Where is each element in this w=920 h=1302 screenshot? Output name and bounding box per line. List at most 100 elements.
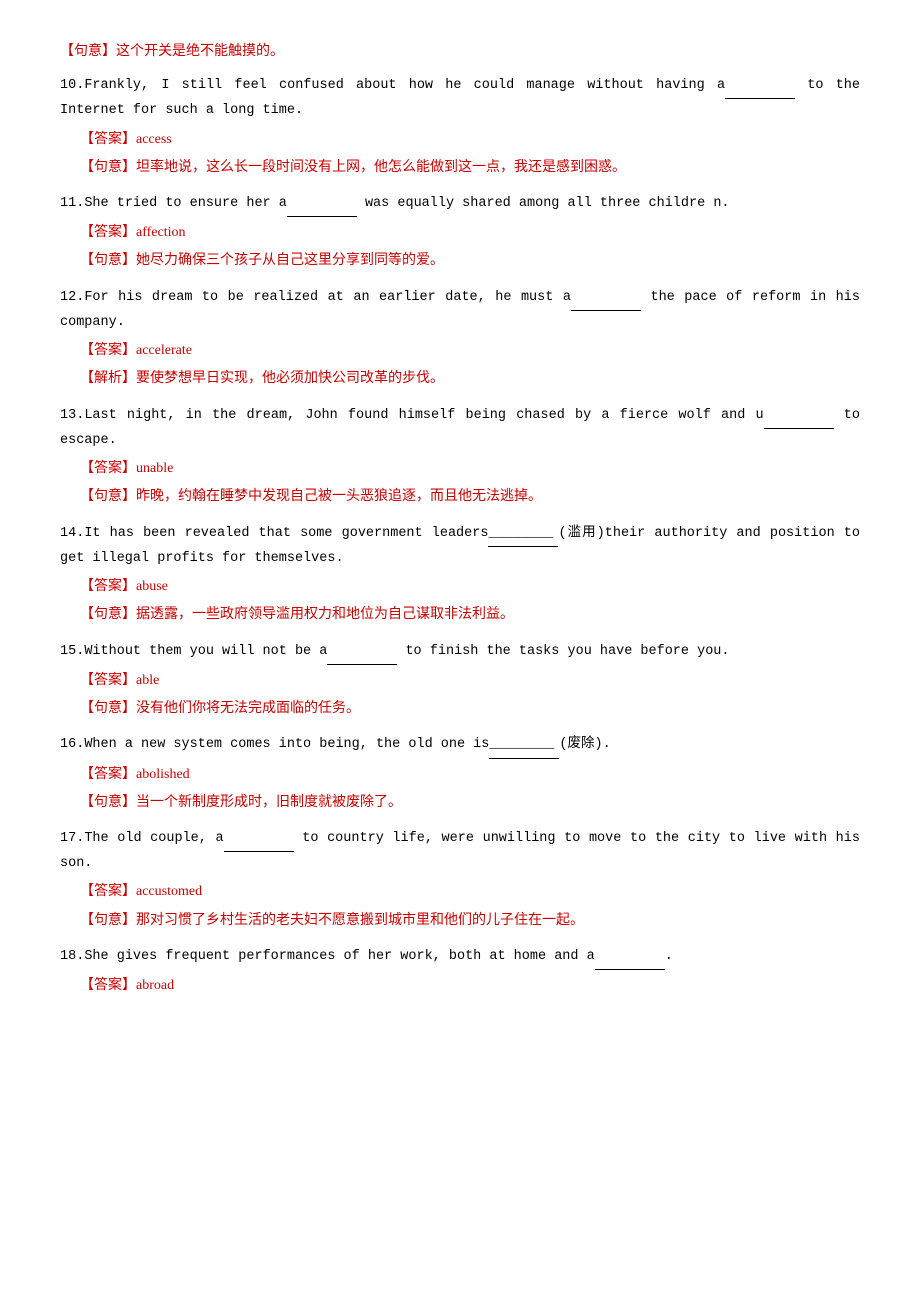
top-sentence-tag: 【句意】 [60, 44, 116, 59]
question-before-5: It has been revealed that some governmen… [84, 526, 488, 541]
question-text-9: 18.She gives frequent performances of he… [60, 945, 860, 970]
meaning-text-5: 据透露，一些政府领导滥用权力和地位为自己谋取非法利益。 [136, 607, 514, 622]
answer-tag-1: 【答案】 [80, 132, 136, 147]
question-blank-8 [224, 827, 294, 852]
meaning-tag-5: 【句意】 [80, 607, 136, 622]
question-text-8: 17.The old couple, a to country life, we… [60, 827, 860, 877]
question-before-1: Frankly, I still feel confused about how… [84, 78, 725, 93]
question-after-6: to finish the tasks you have before you. [397, 644, 729, 659]
meaning-text-6: 没有他们你将无法完成面临的任务。 [136, 701, 360, 716]
question-before-8: The old couple, a [84, 831, 223, 846]
answer-value-1: access [136, 132, 172, 147]
answer-row-2: 【答案】affection [80, 220, 860, 245]
questions-container: 10.Frankly, I still feel confused about … [60, 74, 860, 998]
question-after-7: (废除). [559, 737, 610, 752]
question-before-9: She gives frequent performances of her w… [84, 949, 594, 964]
question-block-7: 16.When a new system comes into being, t… [60, 733, 860, 815]
answer-tag-8: 【答案】 [80, 884, 136, 899]
meaning-row-5: 【句意】据透露，一些政府领导滥用权力和地位为自己谋取非法利益。 [80, 602, 860, 627]
meaning-row-4: 【句意】昨晚，约翰在睡梦中发现自己被一头恶狼追逐，而且他无法逃掉。 [80, 484, 860, 509]
question-after-9: . [665, 949, 673, 964]
question-blank-6 [327, 640, 397, 665]
question-number-8: 17. [60, 831, 84, 846]
meaning-tag-7: 【句意】 [80, 795, 136, 810]
meaning-text-3: 要使梦想早日实现，他必须加快公司改革的步伐。 [136, 371, 444, 386]
question-blank-2 [287, 192, 357, 217]
question-blank-9 [595, 945, 665, 970]
question-number-1: 10. [60, 78, 84, 93]
question-before-7: When a new system comes into being, the … [84, 737, 489, 752]
answer-value-2: affection [136, 225, 186, 240]
meaning-tag-2: 【句意】 [80, 253, 136, 268]
question-block-5: 14.It has been revealed that some govern… [60, 522, 860, 628]
question-text-6: 15.Without them you will not be a to fin… [60, 640, 860, 665]
question-text-4: 13.Last night, in the dream, John found … [60, 404, 860, 454]
answer-tag-3: 【答案】 [80, 343, 136, 358]
question-before-6: Without them you will not be a [84, 644, 327, 659]
question-after-2: was equally shared among all three child… [357, 196, 730, 211]
question-blank-1 [725, 74, 795, 99]
meaning-text-2: 她尽力确保三个孩子从自己这里分享到同等的爱。 [136, 253, 444, 268]
meaning-text-1: 坦率地说，这么长一段时间没有上网，他怎么能做到这一点，我还是感到困惑。 [136, 160, 626, 175]
meaning-tag-1: 【句意】 [80, 160, 136, 175]
question-before-4: Last night, in the dream, John found him… [84, 408, 763, 423]
meaning-row-2: 【句意】她尽力确保三个孩子从自己这里分享到同等的爱。 [80, 248, 860, 273]
question-text-1: 10.Frankly, I still feel confused about … [60, 74, 860, 124]
answer-tag-5: 【答案】 [80, 579, 136, 594]
answer-value-6: able [136, 673, 159, 688]
question-text-7: 16.When a new system comes into being, t… [60, 733, 860, 758]
meaning-tag-3: 【解析】 [80, 371, 136, 386]
question-number-2: 11. [60, 196, 84, 211]
answer-tag-4: 【答案】 [80, 461, 136, 476]
question-block-9: 18.She gives frequent performances of he… [60, 945, 860, 998]
question-number-4: 13. [60, 408, 84, 423]
question-block-8: 17.The old couple, a to country life, we… [60, 827, 860, 933]
answer-tag-9: 【答案】 [80, 978, 136, 993]
question-text-3: 12.For his dream to be realized at an ea… [60, 286, 860, 336]
question-blank-4 [764, 404, 834, 429]
question-block-1: 10.Frankly, I still feel confused about … [60, 74, 860, 180]
meaning-tag-6: 【句意】 [80, 701, 136, 716]
meaning-tag-8: 【句意】 [80, 913, 136, 928]
question-blank-3 [571, 286, 641, 311]
top-sentence-block: 【句意】这个开关是绝不能触摸的。 [60, 40, 860, 60]
answer-row-8: 【答案】accustomed [80, 879, 860, 904]
answer-value-9: abroad [136, 978, 174, 993]
top-sentence-text: 这个开关是绝不能触摸的。 [116, 44, 284, 59]
question-block-6: 15.Without them you will not be a to fin… [60, 640, 860, 722]
meaning-row-8: 【句意】那对习惯了乡村生活的老夫妇不愿意搬到城市里和他们的儿子住在一起。 [80, 908, 860, 933]
question-block-2: 11.She tried to ensure her a was equally… [60, 192, 860, 274]
answer-tag-7: 【答案】 [80, 767, 136, 782]
answer-row-4: 【答案】unable [80, 456, 860, 481]
meaning-text-7: 当一个新制度形成时，旧制度就被废除了。 [136, 795, 402, 810]
answer-value-3: accelerate [136, 343, 192, 358]
question-number-3: 12. [60, 290, 84, 305]
meaning-text-4: 昨晚，约翰在睡梦中发现自己被一头恶狼追逐，而且他无法逃掉。 [136, 489, 542, 504]
answer-value-7: abolished [136, 767, 190, 782]
answer-tag-2: 【答案】 [80, 225, 136, 240]
meaning-text-8: 那对习惯了乡村生活的老夫妇不愿意搬到城市里和他们的儿子住在一起。 [136, 913, 584, 928]
meaning-row-7: 【句意】当一个新制度形成时，旧制度就被废除了。 [80, 790, 860, 815]
question-blank-7: ________ [489, 733, 559, 758]
question-block-3: 12.For his dream to be realized at an ea… [60, 286, 860, 392]
question-before-3: For his dream to be realized at an earli… [84, 290, 571, 305]
question-blank-5: ________ [488, 522, 558, 547]
answer-value-5: abuse [136, 579, 168, 594]
question-text-2: 11.She tried to ensure her a was equally… [60, 192, 860, 217]
question-text-5: 14.It has been revealed that some govern… [60, 522, 860, 572]
answer-row-7: 【答案】abolished [80, 762, 860, 787]
meaning-row-6: 【句意】没有他们你将无法完成面临的任务。 [80, 696, 860, 721]
answer-row-1: 【答案】access [80, 127, 860, 152]
question-number-7: 16. [60, 737, 84, 752]
answer-tag-6: 【答案】 [80, 673, 136, 688]
question-before-2: She tried to ensure her a [84, 196, 287, 211]
answer-row-3: 【答案】accelerate [80, 338, 860, 363]
answer-value-8: accustomed [136, 884, 202, 899]
answer-row-6: 【答案】able [80, 668, 860, 693]
answer-value-4: unable [136, 461, 173, 476]
question-block-4: 13.Last night, in the dream, John found … [60, 404, 860, 510]
question-number-6: 15. [60, 644, 84, 659]
answer-row-5: 【答案】abuse [80, 574, 860, 599]
meaning-row-3: 【解析】要使梦想早日实现，他必须加快公司改革的步伐。 [80, 366, 860, 391]
question-number-9: 18. [60, 949, 84, 964]
